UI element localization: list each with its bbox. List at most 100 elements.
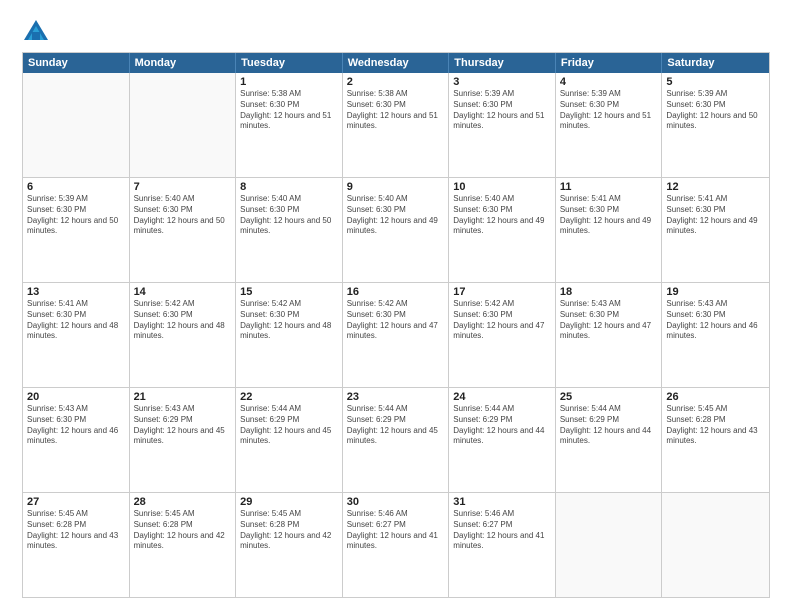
day-number: 1 [240, 76, 338, 88]
day-info: Sunrise: 5:44 AM Sunset: 6:29 PM Dayligh… [240, 404, 338, 447]
calendar-day-25: 25Sunrise: 5:44 AM Sunset: 6:29 PM Dayli… [556, 388, 663, 492]
calendar-header-cell: Wednesday [343, 53, 450, 73]
calendar-header-cell: Saturday [662, 53, 769, 73]
calendar-day-31: 31Sunrise: 5:46 AM Sunset: 6:27 PM Dayli… [449, 493, 556, 597]
calendar-day-12: 12Sunrise: 5:41 AM Sunset: 6:30 PM Dayli… [662, 178, 769, 282]
logo [22, 18, 53, 46]
day-info: Sunrise: 5:40 AM Sunset: 6:30 PM Dayligh… [134, 194, 232, 237]
calendar-row: 27Sunrise: 5:45 AM Sunset: 6:28 PM Dayli… [23, 492, 769, 597]
calendar-empty-cell [556, 493, 663, 597]
calendar-row: 20Sunrise: 5:43 AM Sunset: 6:30 PM Dayli… [23, 387, 769, 492]
day-info: Sunrise: 5:42 AM Sunset: 6:30 PM Dayligh… [240, 299, 338, 342]
day-number: 29 [240, 496, 338, 508]
day-info: Sunrise: 5:43 AM Sunset: 6:30 PM Dayligh… [27, 404, 125, 447]
calendar-body: 1Sunrise: 5:38 AM Sunset: 6:30 PM Daylig… [23, 73, 769, 597]
day-number: 9 [347, 181, 445, 193]
day-number: 17 [453, 286, 551, 298]
calendar-day-8: 8Sunrise: 5:40 AM Sunset: 6:30 PM Daylig… [236, 178, 343, 282]
day-info: Sunrise: 5:39 AM Sunset: 6:30 PM Dayligh… [560, 89, 658, 132]
calendar-day-27: 27Sunrise: 5:45 AM Sunset: 6:28 PM Dayli… [23, 493, 130, 597]
calendar-day-19: 19Sunrise: 5:43 AM Sunset: 6:30 PM Dayli… [662, 283, 769, 387]
day-info: Sunrise: 5:42 AM Sunset: 6:30 PM Dayligh… [347, 299, 445, 342]
day-info: Sunrise: 5:41 AM Sunset: 6:30 PM Dayligh… [666, 194, 765, 237]
day-number: 5 [666, 76, 765, 88]
calendar-day-14: 14Sunrise: 5:42 AM Sunset: 6:30 PM Dayli… [130, 283, 237, 387]
day-info: Sunrise: 5:41 AM Sunset: 6:30 PM Dayligh… [27, 299, 125, 342]
day-number: 23 [347, 391, 445, 403]
day-info: Sunrise: 5:46 AM Sunset: 6:27 PM Dayligh… [453, 509, 551, 552]
day-info: Sunrise: 5:45 AM Sunset: 6:28 PM Dayligh… [666, 404, 765, 447]
calendar-day-2: 2Sunrise: 5:38 AM Sunset: 6:30 PM Daylig… [343, 73, 450, 177]
calendar-day-17: 17Sunrise: 5:42 AM Sunset: 6:30 PM Dayli… [449, 283, 556, 387]
calendar-day-5: 5Sunrise: 5:39 AM Sunset: 6:30 PM Daylig… [662, 73, 769, 177]
calendar-header-cell: Sunday [23, 53, 130, 73]
page: SundayMondayTuesdayWednesdayThursdayFrid… [0, 0, 792, 612]
calendar-day-18: 18Sunrise: 5:43 AM Sunset: 6:30 PM Dayli… [556, 283, 663, 387]
day-number: 31 [453, 496, 551, 508]
day-number: 22 [240, 391, 338, 403]
day-number: 28 [134, 496, 232, 508]
calendar-day-21: 21Sunrise: 5:43 AM Sunset: 6:29 PM Dayli… [130, 388, 237, 492]
calendar-day-1: 1Sunrise: 5:38 AM Sunset: 6:30 PM Daylig… [236, 73, 343, 177]
day-number: 14 [134, 286, 232, 298]
day-info: Sunrise: 5:38 AM Sunset: 6:30 PM Dayligh… [347, 89, 445, 132]
calendar-header-cell: Thursday [449, 53, 556, 73]
day-info: Sunrise: 5:40 AM Sunset: 6:30 PM Dayligh… [240, 194, 338, 237]
day-info: Sunrise: 5:39 AM Sunset: 6:30 PM Dayligh… [453, 89, 551, 132]
day-info: Sunrise: 5:45 AM Sunset: 6:28 PM Dayligh… [134, 509, 232, 552]
calendar-day-16: 16Sunrise: 5:42 AM Sunset: 6:30 PM Dayli… [343, 283, 450, 387]
calendar-header-cell: Tuesday [236, 53, 343, 73]
day-number: 24 [453, 391, 551, 403]
header [22, 18, 770, 46]
calendar-header: SundayMondayTuesdayWednesdayThursdayFrid… [23, 53, 769, 73]
day-info: Sunrise: 5:43 AM Sunset: 6:30 PM Dayligh… [560, 299, 658, 342]
day-info: Sunrise: 5:40 AM Sunset: 6:30 PM Dayligh… [347, 194, 445, 237]
calendar-row: 6Sunrise: 5:39 AM Sunset: 6:30 PM Daylig… [23, 177, 769, 282]
day-info: Sunrise: 5:45 AM Sunset: 6:28 PM Dayligh… [27, 509, 125, 552]
day-number: 8 [240, 181, 338, 193]
day-number: 4 [560, 76, 658, 88]
day-info: Sunrise: 5:45 AM Sunset: 6:28 PM Dayligh… [240, 509, 338, 552]
day-number: 27 [27, 496, 125, 508]
calendar-header-cell: Friday [556, 53, 663, 73]
day-info: Sunrise: 5:46 AM Sunset: 6:27 PM Dayligh… [347, 509, 445, 552]
calendar-day-4: 4Sunrise: 5:39 AM Sunset: 6:30 PM Daylig… [556, 73, 663, 177]
day-number: 18 [560, 286, 658, 298]
day-info: Sunrise: 5:43 AM Sunset: 6:30 PM Dayligh… [666, 299, 765, 342]
calendar-day-29: 29Sunrise: 5:45 AM Sunset: 6:28 PM Dayli… [236, 493, 343, 597]
calendar-day-23: 23Sunrise: 5:44 AM Sunset: 6:29 PM Dayli… [343, 388, 450, 492]
day-number: 11 [560, 181, 658, 193]
day-info: Sunrise: 5:42 AM Sunset: 6:30 PM Dayligh… [453, 299, 551, 342]
calendar-empty-cell [662, 493, 769, 597]
day-number: 10 [453, 181, 551, 193]
calendar-day-11: 11Sunrise: 5:41 AM Sunset: 6:30 PM Dayli… [556, 178, 663, 282]
calendar-day-28: 28Sunrise: 5:45 AM Sunset: 6:28 PM Dayli… [130, 493, 237, 597]
day-number: 25 [560, 391, 658, 403]
day-number: 15 [240, 286, 338, 298]
calendar-day-20: 20Sunrise: 5:43 AM Sunset: 6:30 PM Dayli… [23, 388, 130, 492]
day-number: 16 [347, 286, 445, 298]
day-info: Sunrise: 5:44 AM Sunset: 6:29 PM Dayligh… [347, 404, 445, 447]
calendar-day-15: 15Sunrise: 5:42 AM Sunset: 6:30 PM Dayli… [236, 283, 343, 387]
day-info: Sunrise: 5:41 AM Sunset: 6:30 PM Dayligh… [560, 194, 658, 237]
day-number: 7 [134, 181, 232, 193]
day-number: 2 [347, 76, 445, 88]
calendar-day-7: 7Sunrise: 5:40 AM Sunset: 6:30 PM Daylig… [130, 178, 237, 282]
day-number: 13 [27, 286, 125, 298]
day-info: Sunrise: 5:39 AM Sunset: 6:30 PM Dayligh… [666, 89, 765, 132]
day-info: Sunrise: 5:44 AM Sunset: 6:29 PM Dayligh… [453, 404, 551, 447]
calendar-day-22: 22Sunrise: 5:44 AM Sunset: 6:29 PM Dayli… [236, 388, 343, 492]
logo-icon [22, 18, 50, 46]
calendar-header-cell: Monday [130, 53, 237, 73]
calendar-empty-cell [23, 73, 130, 177]
day-info: Sunrise: 5:39 AM Sunset: 6:30 PM Dayligh… [27, 194, 125, 237]
day-info: Sunrise: 5:38 AM Sunset: 6:30 PM Dayligh… [240, 89, 338, 132]
day-number: 3 [453, 76, 551, 88]
calendar-day-13: 13Sunrise: 5:41 AM Sunset: 6:30 PM Dayli… [23, 283, 130, 387]
day-number: 19 [666, 286, 765, 298]
calendar-row: 13Sunrise: 5:41 AM Sunset: 6:30 PM Dayli… [23, 282, 769, 387]
calendar-empty-cell [130, 73, 237, 177]
calendar-day-10: 10Sunrise: 5:40 AM Sunset: 6:30 PM Dayli… [449, 178, 556, 282]
day-number: 26 [666, 391, 765, 403]
calendar-day-30: 30Sunrise: 5:46 AM Sunset: 6:27 PM Dayli… [343, 493, 450, 597]
